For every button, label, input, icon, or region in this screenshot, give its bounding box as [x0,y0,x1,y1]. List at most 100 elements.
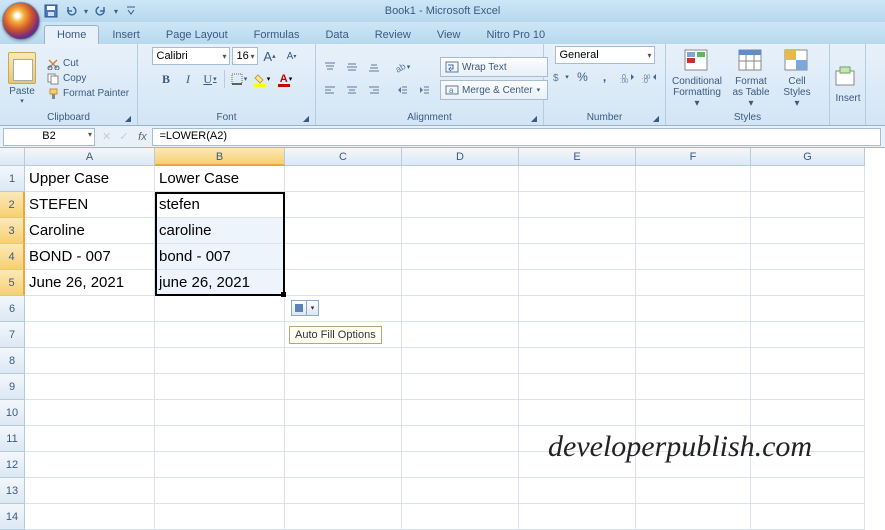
clipboard-dialog-icon[interactable]: ◢ [125,114,131,123]
row-header-8[interactable]: 8 [0,348,25,374]
fill-color-button[interactable] [251,69,273,89]
decrease-decimal-button[interactable]: .00.0 [639,67,659,87]
percent-button[interactable]: % [573,67,593,87]
cell-b3[interactable]: caroline [155,218,285,244]
formula-input[interactable]: =LOWER(A2) [152,128,881,146]
autofill-options-button[interactable] [291,300,307,316]
select-all-corner[interactable] [0,148,25,166]
align-bottom-button[interactable] [364,57,384,77]
row-header-11[interactable]: 11 [0,426,25,452]
row-header-14[interactable]: 14 [0,504,25,530]
tab-nitro[interactable]: Nitro Pro 10 [473,25,558,44]
insert-cells-button[interactable]: Insert [834,65,862,104]
shrink-font-button[interactable]: A▾ [282,46,302,66]
cell-c1[interactable] [285,166,402,192]
wrap-text-button[interactable]: Wrap Text [440,57,548,77]
column-header-c[interactable]: C [285,148,402,166]
orientation-button[interactable]: ab [392,57,412,77]
merge-center-button[interactable]: aMerge & Center [440,80,548,100]
cell-a4[interactable]: BOND - 007 [25,244,155,270]
font-size-combo[interactable]: 16 [232,47,258,65]
office-button[interactable] [2,2,40,40]
cell-b1[interactable]: Lower Case [155,166,285,192]
enter-icon: ✓ [115,130,132,143]
copy-icon [47,73,60,85]
brush-icon [47,88,60,100]
quick-access-toolbar: ▾ ▾ [44,4,138,18]
qat-customize-icon[interactable] [124,4,138,18]
decrease-indent-button[interactable] [392,80,412,100]
tab-formulas[interactable]: Formulas [241,25,313,44]
tab-insert[interactable]: Insert [99,25,153,44]
tab-page-layout[interactable]: Page Layout [153,25,241,44]
tab-view[interactable]: View [424,25,474,44]
paste-icon [8,52,36,84]
redo-icon[interactable] [94,4,108,18]
styles-group-label: Styles [670,111,825,125]
tab-data[interactable]: Data [312,25,361,44]
comma-button[interactable]: , [595,67,615,87]
cell-a5[interactable]: June 26, 2021 [25,270,155,296]
row-header-5[interactable]: 5 [0,270,25,296]
increase-indent-button[interactable] [414,80,434,100]
cell-b5[interactable]: june 26, 2021 [155,270,285,296]
align-left-button[interactable] [320,80,340,100]
cell-a1[interactable]: Upper Case [25,166,155,192]
row-header-3[interactable]: 3 [0,218,25,244]
align-middle-button[interactable] [342,57,362,77]
format-painter-button[interactable]: Format Painter [44,87,132,101]
align-center-button[interactable] [342,80,362,100]
row-header-1[interactable]: 1 [0,166,25,192]
border-button[interactable] [229,69,249,89]
bold-button[interactable]: B [156,69,176,89]
paste-button[interactable]: Paste ▾ [4,52,40,105]
format-as-table-button[interactable]: Format as Table ▾ [730,48,772,109]
save-icon[interactable] [44,4,58,18]
row-header-10[interactable]: 10 [0,400,25,426]
row-header-7[interactable]: 7 [0,322,25,348]
row-header-2[interactable]: 2 [0,192,25,218]
undo-icon[interactable] [64,4,78,18]
worksheet-grid[interactable]: A B C D E F G 1Upper CaseLower Case 2STE… [0,148,885,530]
cell-a3[interactable]: Caroline [25,218,155,244]
redo-dropdown-icon[interactable]: ▾ [114,7,118,16]
cell-a2[interactable]: STEFEN [25,192,155,218]
name-box[interactable]: B2 [3,128,95,146]
increase-decimal-button[interactable]: .0.00 [617,67,637,87]
font-dialog-icon[interactable]: ◢ [303,114,309,123]
column-header-g[interactable]: G [751,148,865,166]
cell-styles-button[interactable]: Cell Styles ▾ [778,48,816,109]
row-header-4[interactable]: 4 [0,244,25,270]
row-header-9[interactable]: 9 [0,374,25,400]
column-header-d[interactable]: D [402,148,519,166]
copy-button[interactable]: Copy [44,72,132,86]
fx-icon[interactable]: fx [132,131,152,143]
align-right-button[interactable] [364,80,384,100]
tab-review[interactable]: Review [362,25,424,44]
column-header-e[interactable]: E [519,148,636,166]
alignment-dialog-icon[interactable]: ◢ [531,114,537,123]
accounting-format-button[interactable]: $ [551,67,571,87]
undo-dropdown-icon[interactable]: ▾ [84,7,88,16]
row-header-12[interactable]: 12 [0,452,25,478]
clipboard-group-label: Clipboard◢ [4,111,133,125]
autofill-options-dropdown[interactable]: ▾ [307,300,319,316]
align-top-button[interactable] [320,57,340,77]
font-color-button[interactable]: A [275,69,297,89]
cut-button[interactable]: Cut [44,57,132,71]
italic-button[interactable]: I [178,69,198,89]
row-header-6[interactable]: 6 [0,296,25,322]
column-header-b[interactable]: B [155,148,285,166]
tab-home[interactable]: Home [44,25,99,44]
conditional-formatting-button[interactable]: Conditional Formatting ▾ [670,48,724,109]
cell-b2[interactable]: stefen [155,192,285,218]
font-name-combo[interactable]: Calibri [152,47,230,65]
grow-font-button[interactable]: A▴ [260,46,280,66]
cell-b4[interactable]: bond - 007 [155,244,285,270]
column-header-f[interactable]: F [636,148,751,166]
number-dialog-icon[interactable]: ◢ [653,114,659,123]
row-header-13[interactable]: 13 [0,478,25,504]
underline-button[interactable]: U [200,69,220,89]
number-format-combo[interactable]: General [555,46,655,64]
column-header-a[interactable]: A [25,148,155,166]
